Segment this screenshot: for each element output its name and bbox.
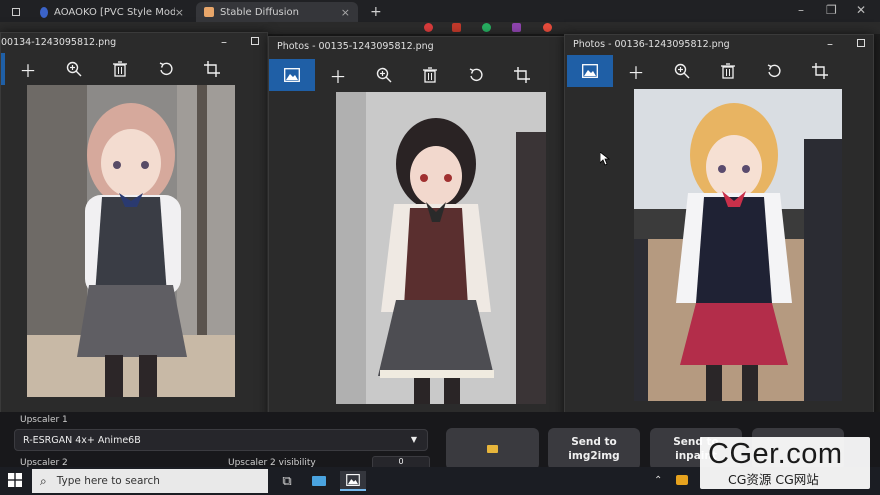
- window-title: Photos - 00136-1243095812.png: [573, 39, 730, 50]
- search-placeholder: Type here to search: [56, 475, 160, 487]
- maximize-icon[interactable]: [251, 37, 259, 45]
- zoom-in-icon[interactable]: [51, 53, 97, 85]
- tab-stable-diffusion[interactable]: Stable Diffusion ×: [196, 2, 358, 22]
- browser-tab-strip: AOAOKO [PVC Style Model] - PVC × Stable …: [0, 0, 880, 22]
- send-to-img2img-button[interactable]: Send to img2img: [548, 428, 640, 470]
- extension-icon[interactable]: [482, 23, 491, 32]
- close-icon[interactable]: ✕: [856, 3, 866, 17]
- windows-start-icon[interactable]: [8, 473, 22, 490]
- image-icon[interactable]: [269, 59, 315, 91]
- rotate-icon[interactable]: [453, 59, 499, 91]
- close-icon[interactable]: ×: [175, 6, 184, 19]
- minimize-icon[interactable]: –: [827, 37, 833, 51]
- image-icon[interactable]: [567, 55, 613, 87]
- delete-icon[interactable]: [705, 55, 751, 87]
- send-to-img2img-label: Send to img2img: [568, 435, 620, 462]
- photo-toolbar: ＋: [567, 55, 843, 87]
- add-icon[interactable]: ＋: [315, 59, 361, 91]
- window-title: 00134-1243095812.png: [1, 37, 117, 48]
- civitai-icon: [40, 6, 49, 18]
- file-explorer-icon[interactable]: [306, 471, 332, 491]
- new-tab-button[interactable]: +: [362, 2, 384, 22]
- tray-chevron-icon[interactable]: ⌃: [654, 475, 662, 486]
- add-icon[interactable]: ＋: [613, 55, 659, 87]
- restore-icon[interactable]: ❐: [826, 3, 837, 17]
- sd-icon: [204, 7, 214, 17]
- photos-window-00134[interactable]: 00134-1243095812.png – ＋: [0, 32, 268, 417]
- watermark-subtitle: CG资源 CG网站: [728, 472, 819, 487]
- anime-girl-photo-00135: [336, 92, 546, 404]
- extension-icon[interactable]: [543, 23, 552, 32]
- chevron-down-icon: ▼: [410, 435, 417, 444]
- tab-label: Stable Diffusion: [220, 6, 300, 18]
- crop-icon[interactable]: [797, 55, 843, 87]
- tab-label: AOAOKO [PVC Style Model] - PVC: [54, 6, 175, 18]
- anime-girl-photo-00134: [27, 85, 235, 397]
- crop-icon[interactable]: [189, 53, 235, 85]
- rotate-icon[interactable]: [751, 55, 797, 87]
- photo-toolbar: ＋: [1, 53, 235, 85]
- extension-icon[interactable]: [512, 23, 521, 32]
- tab-overview-button[interactable]: [4, 2, 28, 22]
- photos-app-icon[interactable]: [340, 471, 366, 491]
- tray-app-icon[interactable]: [676, 475, 688, 488]
- task-view-icon[interactable]: ⧉: [274, 471, 300, 491]
- tab-civitai[interactable]: AOAOKO [PVC Style Model] - PVC ×: [32, 2, 192, 22]
- watermark-title: CGer.com: [708, 438, 843, 470]
- cger-watermark: CGer.com CG资源 CG网站: [700, 437, 870, 489]
- window-title: Photos - 00135-1243095812.png: [277, 41, 434, 52]
- crop-icon[interactable]: [499, 59, 545, 91]
- new-tab-icon: +: [370, 4, 382, 20]
- delete-icon[interactable]: [407, 59, 453, 91]
- close-icon[interactable]: ×: [341, 6, 350, 19]
- upscaler1-value: R-ESRGAN 4x+ Anime6B: [23, 434, 141, 446]
- zoom-in-icon[interactable]: [659, 55, 705, 87]
- extension-icon[interactable]: [424, 23, 433, 32]
- minimize-icon[interactable]: –: [221, 35, 227, 49]
- minimize-icon[interactable]: –: [798, 3, 804, 17]
- delete-icon[interactable]: [97, 53, 143, 85]
- upscaler1-label: Upscaler 1: [20, 415, 68, 425]
- zoom-in-icon[interactable]: [361, 59, 407, 91]
- photos-window-00136[interactable]: Photos - 00136-1243095812.png – ＋: [564, 34, 874, 422]
- search-icon: ⌕: [40, 473, 47, 488]
- photo-toolbar: ＋: [269, 59, 545, 91]
- upscaler1-select[interactable]: R-ESRGAN 4x+ Anime6B ▼: [14, 429, 428, 451]
- photos-window-00135[interactable]: Photos - 00135-1243095812.png ＋: [268, 36, 566, 427]
- maximize-icon[interactable]: [857, 39, 865, 47]
- add-icon[interactable]: ＋: [5, 53, 51, 85]
- rotate-icon[interactable]: [143, 53, 189, 85]
- open-folder-button[interactable]: [446, 428, 539, 470]
- taskbar-search-box[interactable]: ⌕ Type here to search: [32, 469, 268, 493]
- folder-icon: [487, 445, 498, 453]
- mouse-cursor-icon: [599, 151, 611, 169]
- extension-icon[interactable]: [452, 23, 461, 32]
- anime-girl-photo-00136: [634, 89, 842, 401]
- tab-overview-icon: [12, 8, 20, 16]
